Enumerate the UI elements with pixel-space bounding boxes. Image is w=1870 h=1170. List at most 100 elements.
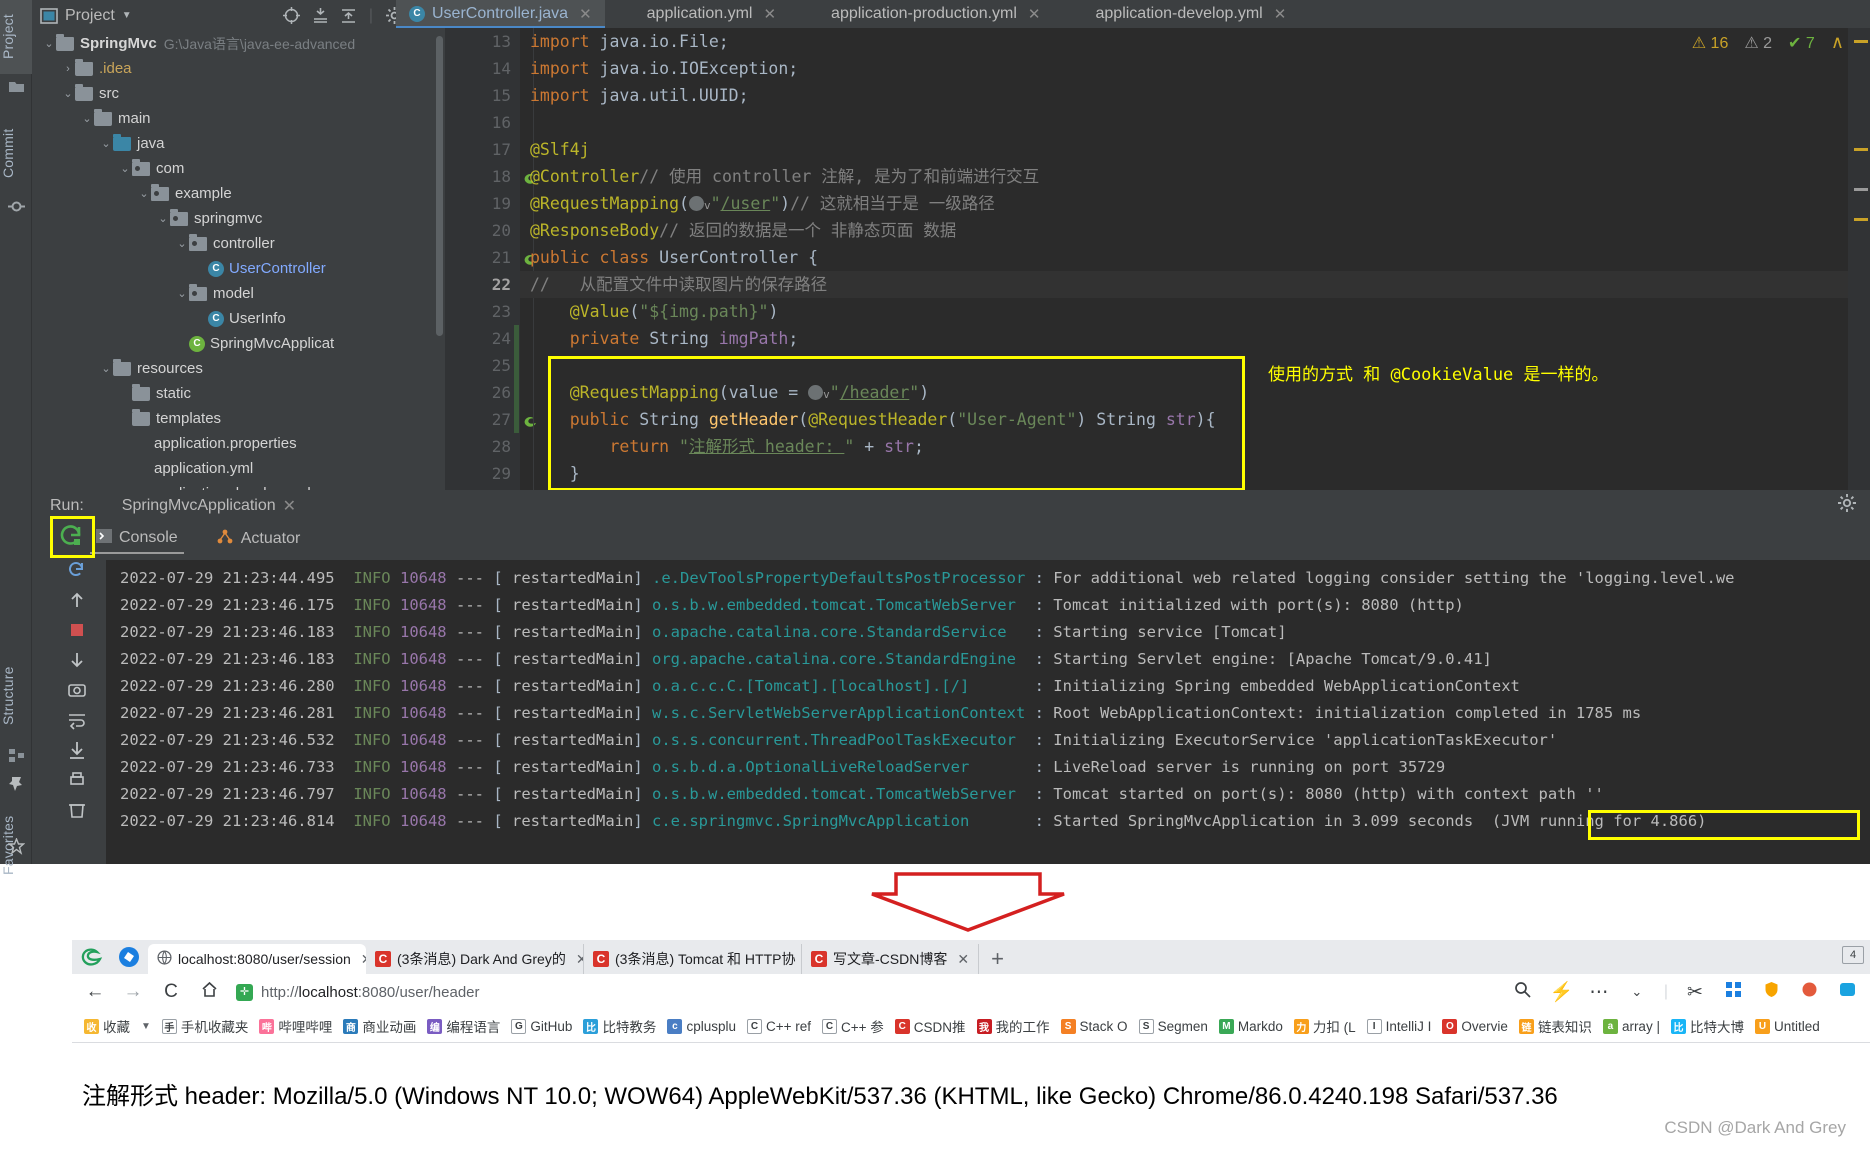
bookmark-item[interactable]: 我我的工作: [973, 1014, 1054, 1038]
close-icon[interactable]: ✕: [576, 951, 583, 968]
code-line[interactable]: public class UserController {: [520, 244, 1870, 271]
chevron-down-icon[interactable]: ▼: [122, 10, 132, 21]
chevron-down-icon[interactable]: ⌄: [61, 87, 75, 100]
code-line[interactable]: [520, 109, 1870, 136]
browser-tab[interactable]: C 写文章-CSDN博客 ✕: [802, 944, 980, 974]
run-configuration-tab[interactable]: SpringMvcApplication ✕: [93, 496, 296, 516]
bookmark-item[interactable]: S Segmen: [1135, 1017, 1212, 1036]
tree-node-templates[interactable]: templates: [32, 406, 445, 431]
code-line[interactable]: import java.io.IOException;: [520, 55, 1870, 82]
browser-tab[interactable]: localhost:8080/user/session✕: [148, 944, 366, 974]
bookmark-pin-icon[interactable]: [8, 775, 25, 791]
code-line[interactable]: private String imgPath;: [520, 325, 1870, 352]
chevron-down-icon[interactable]: ⌄: [175, 237, 189, 250]
run-tab-actuator[interactable]: Actuator: [210, 525, 307, 554]
tab-count-badge[interactable]: 4: [1842, 946, 1864, 964]
code-editor[interactable]: 13 14 15 16 17 18 19 20 21 22 23 24 25 26 27 28 29 impor…: [445, 28, 1870, 490]
code-line[interactable]: }: [520, 460, 1870, 487]
browser-tabbar[interactable]: localhost:8080/user/session✕C(3条消息) Dark…: [72, 940, 1870, 974]
chevron-right-icon[interactable]: ›: [61, 63, 75, 75]
code-line[interactable]: // 从配置文件中读取图片的保存路径: [520, 271, 1870, 298]
bookmark-item[interactable]: G GitHub: [507, 1017, 576, 1036]
pocket-icon[interactable]: [1836, 981, 1858, 1004]
bookmark-item[interactable]: 手手机收藏夹: [158, 1014, 253, 1038]
browser-tab[interactable]: C (3条消息) Dark And Grey的 ✕: [366, 944, 584, 974]
address-bar[interactable]: ✛ http://localhost:8080/user/header: [236, 978, 1496, 1006]
project-tree-scrollbar[interactable]: [436, 36, 443, 336]
close-icon[interactable]: ✕: [1274, 5, 1287, 23]
tree-node-src[interactable]: ⌄ src: [32, 81, 445, 106]
tree-node-springmvcapplicat[interactable]: C SpringMvcApplicat: [32, 331, 445, 356]
line-number[interactable]: 20: [445, 217, 520, 244]
line-number[interactable]: 22: [445, 271, 520, 298]
tree-node-main[interactable]: ⌄ main: [32, 106, 445, 131]
structure-icon[interactable]: [8, 748, 25, 763]
code-line[interactable]: @Value("${img.path}"): [520, 298, 1870, 325]
code-line[interactable]: @ResponseBody// 返回的数据是一个 非静态页面 数据: [520, 217, 1870, 244]
scroll-down-icon[interactable]: [67, 650, 87, 670]
back-button[interactable]: ←: [84, 981, 106, 1003]
line-number[interactable]: 13: [445, 28, 520, 55]
line-number[interactable]: 16: [445, 109, 520, 136]
scroll-to-end-icon[interactable]: [67, 740, 87, 760]
tree-node-userinfo[interactable]: C UserInfo: [32, 306, 445, 331]
chevron-down-icon[interactable]: ⌄: [118, 162, 132, 175]
chevron-down-icon[interactable]: ⌄: [99, 137, 113, 150]
more-icon[interactable]: ⋯: [1588, 981, 1610, 1004]
chevron-down-icon[interactable]: ⌄: [42, 37, 56, 50]
bookmark-item[interactable]: U Untitled: [1751, 1017, 1824, 1036]
run-panel-tabs[interactable]: Console Actuator: [90, 521, 1870, 557]
code-line[interactable]: public String getHeader(@RequestHeader("…: [520, 406, 1870, 433]
bookmark-item[interactable]: C C++ ref: [743, 1017, 815, 1036]
cut-icon[interactable]: ✂: [1684, 981, 1706, 1004]
scroll-up-icon[interactable]: [67, 590, 87, 610]
line-number[interactable]: 14: [445, 55, 520, 82]
run-panel-side-toolbar[interactable]: [48, 552, 106, 864]
bookmark-item[interactable]: 商商业动画: [339, 1014, 420, 1038]
bookmark-item[interactable]: 力力扣 (L: [1290, 1014, 1360, 1038]
editor-code-content[interactable]: import java.io.File; import java.io.IOExc…: [520, 28, 1870, 490]
commit-icon[interactable]: [8, 198, 25, 213]
home-button[interactable]: [198, 981, 220, 1004]
chevron-down-icon[interactable]: ▼: [137, 1021, 155, 1032]
tree-node-usercontroller[interactable]: C UserController: [32, 256, 445, 281]
bookmark-item[interactable]: 链链表知识: [1515, 1014, 1596, 1038]
stop-icon[interactable]: [67, 620, 87, 640]
expand-all-icon[interactable]: [313, 7, 328, 24]
code-line[interactable]: import java.io.File;: [520, 28, 1870, 55]
chevron-down-icon[interactable]: ⌄: [137, 187, 151, 200]
tree-node-model[interactable]: ⌄ model: [32, 281, 445, 306]
line-number[interactable]: 24: [445, 325, 520, 352]
bookmarks-bar[interactable]: 收收藏 ▼ 手手机收藏夹哔哔哩哔哩商商业动画编编程语言 G GitHub 比比特教务 c cp…: [72, 1010, 1870, 1043]
bookmark-item[interactable]: M Markdo: [1215, 1017, 1287, 1036]
editor-tab-application-production-yml[interactable]: application-production.yml ✕: [789, 0, 1053, 28]
bookmark-item[interactable]: C CSDN推: [891, 1014, 970, 1038]
rerun-failed-icon[interactable]: [67, 560, 87, 580]
shield-icon[interactable]: [1760, 981, 1782, 1004]
tree-node-application-properties[interactable]: application.properties: [32, 431, 445, 456]
line-number[interactable]: 27: [445, 406, 536, 433]
bookmark-item[interactable]: c cplusplu: [663, 1017, 740, 1036]
tree-node-java[interactable]: ⌄ java: [32, 131, 445, 156]
editor-tab-usercontroller-java[interactable]: C UserController.java ✕: [396, 0, 605, 28]
close-icon[interactable]: ✕: [1028, 5, 1041, 23]
run-tab-console[interactable]: Console: [90, 525, 184, 554]
line-number[interactable]: 17: [445, 136, 520, 163]
grid-icon[interactable]: [1722, 981, 1744, 1004]
line-number[interactable]: 15: [445, 82, 520, 109]
tool-window-project[interactable]: Project: [0, 0, 32, 74]
bookmark-item[interactable]: 哔哔哩哔哩: [255, 1014, 336, 1038]
reload-button[interactable]: C: [160, 981, 182, 1003]
line-number[interactable]: 26: [445, 379, 520, 406]
bookmark-item[interactable]: a array |: [1599, 1017, 1664, 1036]
chevron-down-icon[interactable]: ⌄: [1626, 984, 1648, 1000]
star-icon[interactable]: [7, 837, 26, 855]
line-number[interactable]: 25: [445, 352, 520, 379]
soft-wrap-icon[interactable]: [67, 710, 87, 730]
browser-tab[interactable]: C(3条消息) Tomcat 和 HTTP协✕: [584, 944, 802, 974]
code-line[interactable]: @RequestMapping(v"/user")// 这就相当于是 一级路径: [520, 190, 1870, 217]
line-number[interactable]: 19: [445, 190, 520, 217]
forward-button[interactable]: →: [122, 981, 144, 1003]
tree-node-controller[interactable]: ⌄ controller: [32, 231, 445, 256]
tree-node-com[interactable]: ⌄ com: [32, 156, 445, 181]
